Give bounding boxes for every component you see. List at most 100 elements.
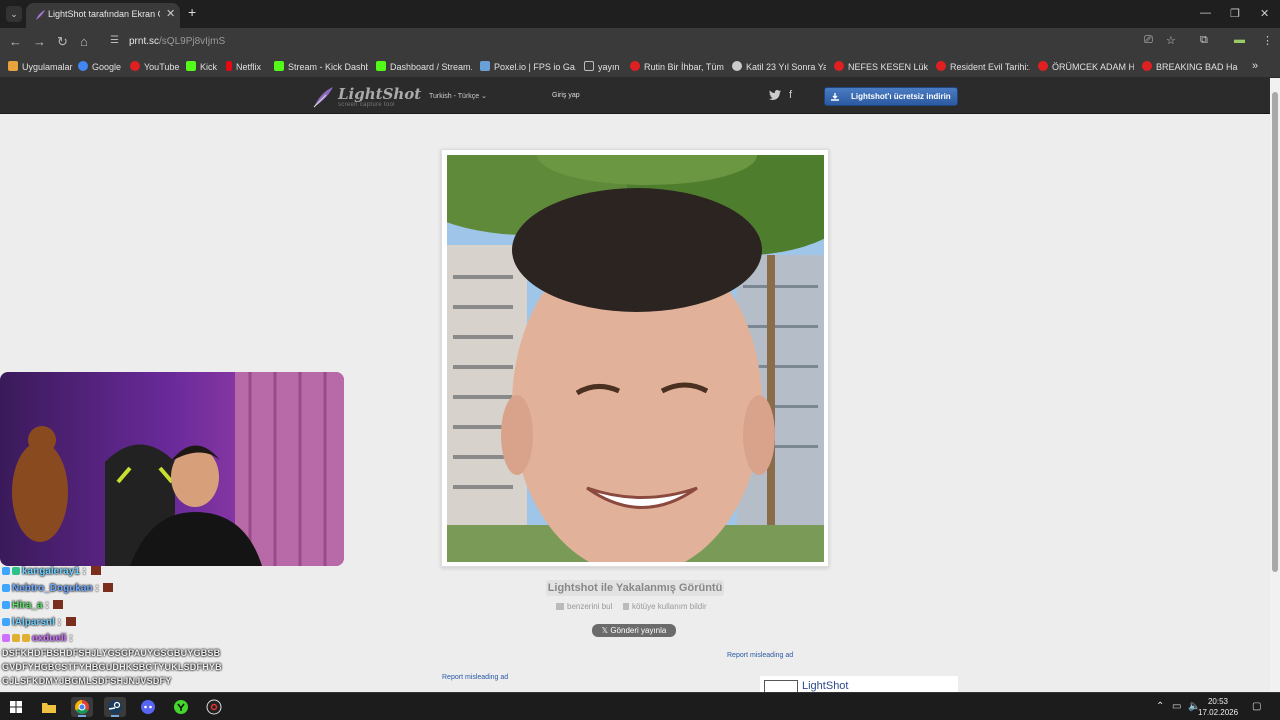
dashboard-icon xyxy=(376,61,386,71)
reload-icon[interactable]: ↻ xyxy=(57,34,68,50)
streamer-webcam xyxy=(0,372,344,566)
emote-icon xyxy=(65,617,76,626)
extensions-icon[interactable]: ⧉ xyxy=(1200,34,1208,47)
bookmark-dashboard-stream[interactable]: Dashboard / Stream... xyxy=(376,61,472,72)
bookmark-label: Netflix xyxy=(236,62,262,72)
network-icon[interactable]: ▭ xyxy=(1172,701,1181,712)
bookmark-katil[interactable]: Katil 23 Yıl Sonra Ya... xyxy=(732,61,826,72)
chat-username: Nebtro_Dogukan xyxy=(12,583,93,594)
scrollbar-thumb[interactable] xyxy=(1272,92,1278,572)
minimize-icon[interactable]: — xyxy=(1200,7,1211,19)
tab-close-icon[interactable]: ✕ xyxy=(166,7,175,20)
bookmark-label: NEFES KESEN Lüks... xyxy=(848,62,928,72)
bookmark-folder-yayin[interactable]: yayın xyxy=(584,61,620,72)
bookmark-google[interactable]: Google xyxy=(78,61,121,72)
folder-icon xyxy=(584,61,594,71)
steam-icon[interactable] xyxy=(104,697,126,717)
bookmark-label: Katil 23 Yıl Sonra Ya... xyxy=(746,62,826,72)
chat-username: exdueli xyxy=(32,633,67,644)
bookmark-star-icon[interactable]: ☆ xyxy=(1166,34,1176,47)
address-bar[interactable]: ☰ prnt.sc/sQL9Pj8vIjmS xyxy=(104,31,1164,53)
twitter-icon[interactable] xyxy=(769,90,781,100)
emote-icon xyxy=(53,600,64,609)
bookmark-label: Google xyxy=(92,62,122,72)
tray-overflow-icon[interactable]: ⌃ xyxy=(1156,701,1164,712)
bookmark-label: Kick xyxy=(200,62,218,72)
download-lightshot-button[interactable]: Lightshot'ı ücretsiz indirin xyxy=(824,87,958,106)
report-abuse-link[interactable]: kötüye kullanım bildir xyxy=(623,602,707,611)
more-bookmarks-icon[interactable]: » xyxy=(1252,60,1258,72)
bookmark-kick[interactable]: Kick xyxy=(186,61,217,72)
chat-username: lAlparsnl xyxy=(12,617,55,628)
webcam-feed-image xyxy=(0,372,344,566)
ad-name: LightShot xyxy=(802,680,849,692)
facebook-icon[interactable]: f xyxy=(789,89,792,101)
chat-message-text: GJLSFKDMYJBGMLSDFSHJNJVSDFY xyxy=(2,676,172,686)
bookmark-label: YouTube xyxy=(144,62,180,72)
find-similar-link[interactable]: benzerini bul xyxy=(556,602,612,611)
lightshot-ad-logo-icon xyxy=(764,680,798,692)
bookmark-breaking-bad[interactable]: BREAKING BAD Hak... xyxy=(1142,61,1238,72)
bookmark-rutin[interactable]: Rutin Bir İhbar, Tüm... xyxy=(630,61,724,72)
razer-icon[interactable] xyxy=(170,697,192,717)
tab-search-chevron-icon[interactable]: ⌄ xyxy=(6,6,22,22)
lightshot-feather-icon xyxy=(36,10,45,20)
file-explorer-icon[interactable] xyxy=(38,697,60,717)
bookmark-apps[interactable]: Uygulamalar xyxy=(8,61,73,72)
lightshot-logo[interactable]: LightShot screen capture tool xyxy=(312,84,422,110)
forward-icon[interactable]: → xyxy=(33,34,46,49)
post-on-x-button[interactable]: 𝕏 Gönderi yayınla xyxy=(592,624,676,637)
tab-lightshot[interactable]: LightShot tarafından Ekran Görüntüsü ✕ xyxy=(26,3,180,28)
back-icon[interactable]: ← xyxy=(9,34,22,49)
chrome-icon[interactable] xyxy=(71,697,93,717)
youtube-icon xyxy=(1142,61,1152,71)
bookmark-nefes[interactable]: NEFES KESEN Lüks... xyxy=(834,61,928,72)
lightshot-feather-icon xyxy=(313,87,333,108)
image-search-icon xyxy=(556,603,564,610)
restore-icon[interactable]: ❐ xyxy=(1230,7,1240,20)
bookmark-label: Uygulamalar xyxy=(22,62,73,72)
bookmark-youtube[interactable]: YouTube xyxy=(130,61,179,72)
page-scrollbar[interactable] xyxy=(1270,78,1280,692)
cast-icon[interactable]: ⎚ xyxy=(1144,34,1153,47)
bookmark-netflix[interactable]: Netflix xyxy=(226,61,261,72)
caption-title: Lightshot ile Yakalanmış Görüntü xyxy=(546,580,724,596)
bookmark-poxel[interactable]: Poxel.io | FPS io Ga... xyxy=(480,61,576,72)
bookmark-kick-dashboard[interactable]: Stream - Kick Dashb... xyxy=(274,61,368,72)
ad-banner[interactable]: LightShot xyxy=(760,676,958,692)
login-link[interactable]: Giriş yap xyxy=(552,92,580,99)
language-selector[interactable]: Turkish - Türkçe ⌄ xyxy=(429,92,487,100)
screenshot-image[interactable] xyxy=(447,155,824,562)
report-misleading-ad-link[interactable]: Report misleading ad xyxy=(442,674,508,681)
bookmark-orumcek[interactable]: ÖRÜMCEK ADAM H... xyxy=(1038,61,1134,72)
obs-icon[interactable] xyxy=(203,697,225,717)
post-label: Gönderi yayınla xyxy=(610,626,667,635)
close-window-icon[interactable]: ✕ xyxy=(1260,7,1269,20)
chat-message: lAlparsnl : xyxy=(2,617,76,628)
active-indicator xyxy=(111,715,119,717)
profile-icon[interactable]: ▬ xyxy=(1234,34,1245,46)
system-clock[interactable]: 20:53 17.02.2026 xyxy=(1198,696,1238,718)
clock-time: 20:53 xyxy=(1207,697,1229,706)
youtube-icon xyxy=(936,61,946,71)
bookmark-label: Stream - Kick Dashb... xyxy=(288,62,368,72)
emote-icon xyxy=(90,566,101,575)
chat-message-text: DSFKHDFBSHDFSHJLYGSGPAUYGSGBUYGBSB xyxy=(2,648,221,658)
new-tab-button[interactable]: + xyxy=(188,4,196,20)
discord-icon[interactable] xyxy=(137,697,159,717)
tab-title: LightShot tarafından Ekran Görüntüsü xyxy=(48,9,160,19)
windows-start-icon[interactable] xyxy=(5,697,27,717)
bookmark-label: Dashboard / Stream... xyxy=(390,62,472,72)
bookmark-resident-evil[interactable]: Resident Evil Tarihi:... xyxy=(936,61,1030,72)
chat-message-text: GVDFYHGBCSTFYHBGUDHKSBGTYUKLSDFHYB xyxy=(2,662,222,672)
flag-icon xyxy=(623,603,629,610)
home-icon[interactable]: ⌂ xyxy=(80,34,88,49)
site-info-icon[interactable]: ☰ xyxy=(110,35,119,46)
report-misleading-ad-link[interactable]: Report misleading ad xyxy=(727,652,793,659)
user-badge-icon xyxy=(2,618,10,626)
menu-kebab-icon[interactable]: ⋮ xyxy=(1262,34,1273,47)
user-badge-icon xyxy=(2,634,10,642)
notifications-icon[interactable]: ▢ xyxy=(1252,701,1261,712)
gift-badge-icon xyxy=(12,634,20,642)
sub-badge-icon xyxy=(22,634,30,642)
